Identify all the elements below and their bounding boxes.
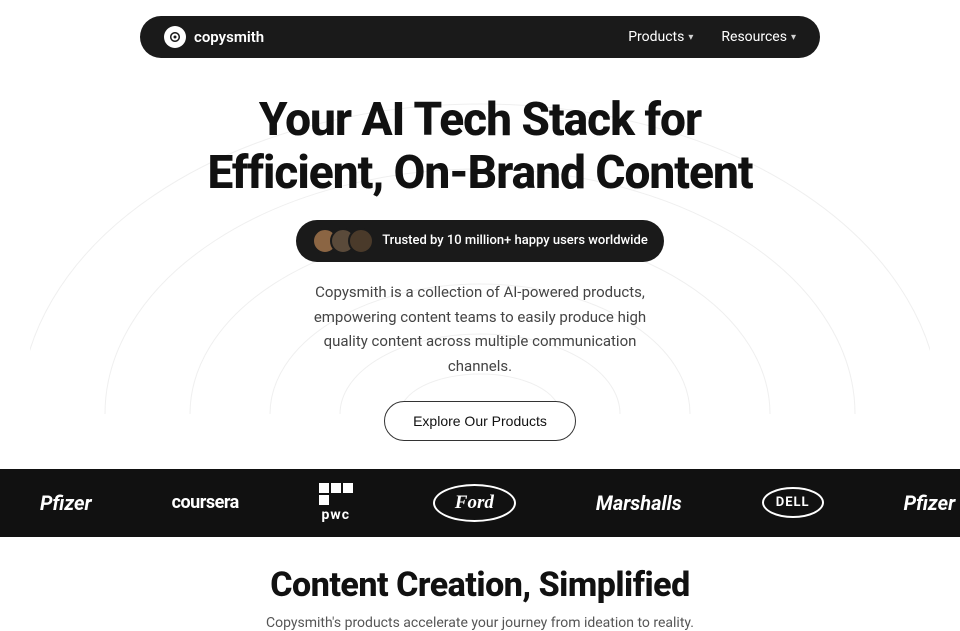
navbar: copysmith Products ▾ Resources ▾ — [140, 16, 820, 58]
nav-items: Products ▾ Resources ▾ — [628, 29, 796, 45]
avatar-3 — [348, 228, 374, 254]
logo[interactable]: copysmith — [164, 26, 264, 48]
hero-section: Your AI Tech Stack for Efficient, On-Bra… — [0, 74, 960, 441]
logo-marshalls: Marshalls — [556, 469, 722, 537]
logo-icon — [164, 26, 186, 48]
bottom-title: Content Creation, Simplified — [40, 565, 920, 605]
nav-resources[interactable]: Resources ▾ — [721, 29, 796, 45]
hero-content: Your AI Tech Stack for Efficient, On-Bra… — [40, 94, 920, 441]
logo-ford: Ford — [393, 469, 556, 537]
logo-text: copysmith — [194, 28, 264, 46]
bottom-subtitle: Copysmith's products accelerate your jou… — [40, 615, 920, 631]
pwc-blocks-icon — [319, 483, 353, 505]
logo-pfizer-2: Pfizer — [864, 469, 960, 537]
logo-pwc: pwc — [279, 469, 393, 537]
hero-title: Your AI Tech Stack for Efficient, On-Bra… — [40, 94, 920, 200]
logo-banner: Pfizer coursera pwc Ford Marshalls DELL — [0, 469, 960, 537]
hero-description: Copysmith is a collection of AI-powered … — [290, 280, 670, 379]
logo-dell: DELL — [722, 469, 864, 537]
logo-track: Pfizer coursera pwc Ford Marshalls DELL — [0, 469, 960, 537]
logo-coursera: coursera — [132, 469, 279, 537]
trust-text: Trusted by 10 million+ happy users world… — [382, 233, 648, 248]
nav-products[interactable]: Products ▾ — [628, 29, 693, 45]
logo-pfizer: Pfizer — [0, 469, 132, 537]
trust-avatars — [312, 228, 374, 254]
chevron-down-icon: ▾ — [688, 32, 693, 43]
bottom-section: Content Creation, Simplified Copysmith's… — [0, 537, 960, 631]
chevron-down-icon: ▾ — [791, 32, 796, 43]
trust-badge: Trusted by 10 million+ happy users world… — [296, 220, 664, 262]
explore-products-button[interactable]: Explore Our Products — [384, 401, 576, 441]
